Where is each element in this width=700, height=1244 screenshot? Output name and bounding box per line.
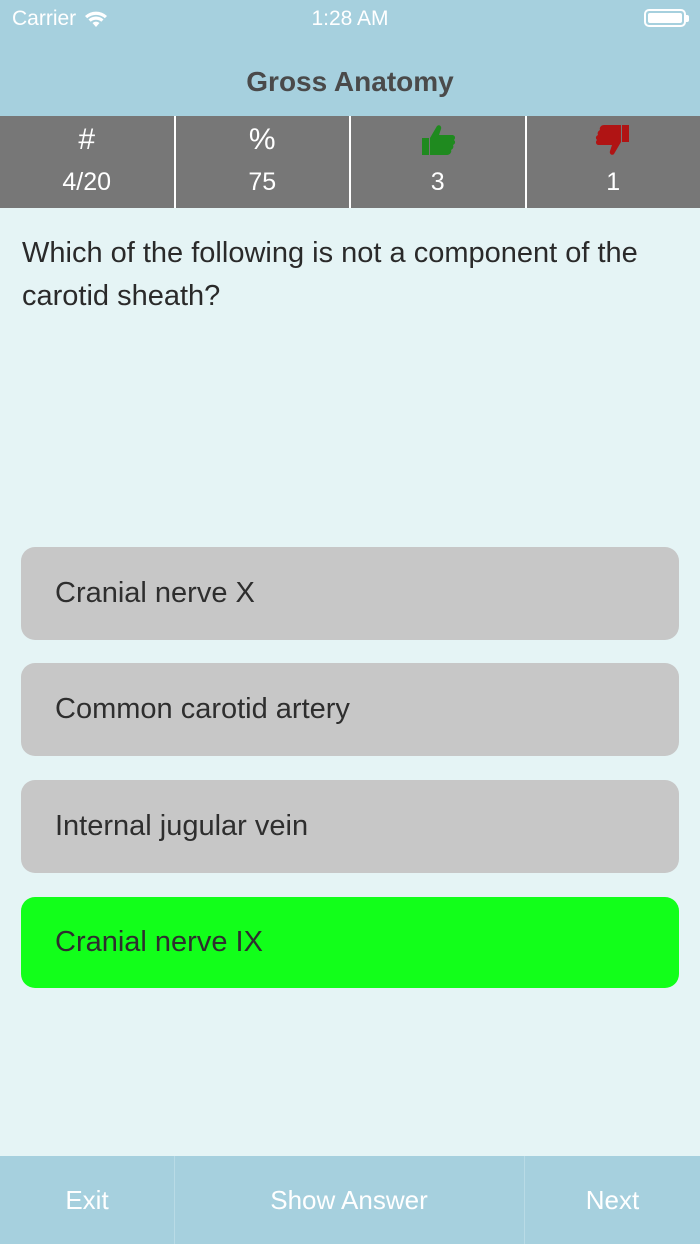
page-title: Gross Anatomy bbox=[246, 66, 454, 97]
stat-correct-value: 3 bbox=[430, 168, 445, 196]
stat-question-number: # 4/20 bbox=[0, 116, 176, 208]
stat-incorrect: 1 bbox=[527, 116, 700, 208]
battery-fill bbox=[648, 13, 682, 23]
question-text: Which of the following is not a componen… bbox=[22, 237, 638, 312]
hash-icon: # bbox=[78, 123, 96, 156]
answer-label: Cranial nerve X bbox=[55, 577, 255, 609]
nav-bar: Gross Anatomy bbox=[0, 40, 700, 116]
status-bar: Carrier 1:28 AM bbox=[0, 0, 700, 40]
stat-question-value: 4/20 bbox=[62, 168, 112, 196]
stat-incorrect-value: 1 bbox=[606, 168, 621, 196]
bottom-toolbar: Exit Show Answer Next bbox=[0, 1156, 700, 1244]
answer-label: Internal jugular vein bbox=[55, 810, 309, 842]
answer-option-3[interactable]: Internal jugular vein bbox=[21, 780, 679, 873]
answer-option-4[interactable]: Cranial nerve IX bbox=[21, 897, 679, 988]
answer-label: Common carotid artery bbox=[55, 693, 350, 725]
answer-option-1[interactable]: Cranial nerve X bbox=[21, 547, 679, 640]
stats-bar: # 4/20 % 75 3 1 bbox=[0, 116, 700, 208]
percent-icon: % bbox=[248, 123, 276, 156]
thumbs-down-icon bbox=[596, 125, 630, 155]
show-answer-button[interactable]: Show Answer bbox=[175, 1156, 523, 1244]
exit-button[interactable]: Exit bbox=[0, 1156, 174, 1244]
battery-icon bbox=[644, 9, 689, 27]
answer-option-2[interactable]: Common carotid artery bbox=[21, 663, 679, 756]
thumbs-up-icon bbox=[421, 125, 455, 155]
answer-label: Cranial nerve IX bbox=[55, 926, 263, 958]
stat-percent: % 75 bbox=[176, 116, 351, 208]
stat-percent-value: 75 bbox=[248, 168, 277, 196]
stat-correct: 3 bbox=[351, 116, 527, 208]
status-time: 1:28 AM bbox=[311, 7, 389, 30]
next-button[interactable]: Next bbox=[525, 1156, 700, 1244]
